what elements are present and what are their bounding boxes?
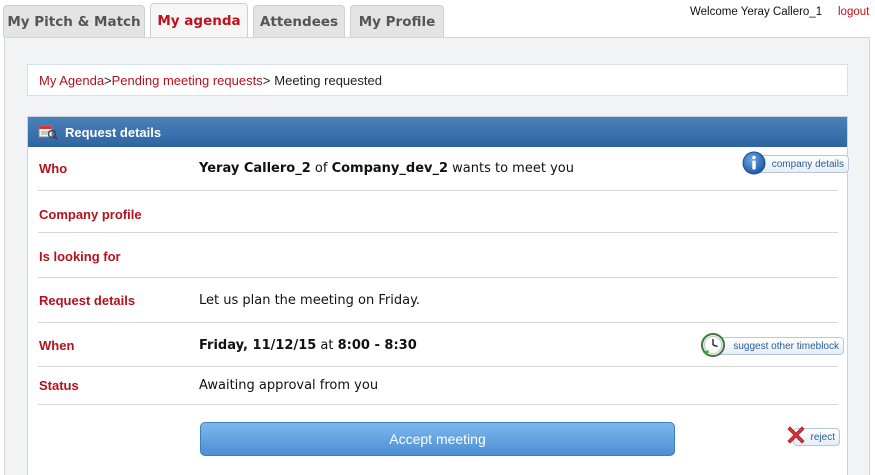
company-details-label: company details <box>771 158 844 170</box>
row-request-details: Request details Let us plan the meeting … <box>38 278 838 323</box>
looking-for-label: Is looking for <box>39 249 121 264</box>
tab-my-agenda[interactable]: My agenda <box>150 3 248 38</box>
row-when: When Friday, 11/12/15 at 8:00 - 8:30 sug… <box>38 323 844 367</box>
breadcrumb-separator: > <box>104 72 112 88</box>
when-time: 8:00 - 8:30 <box>337 338 417 353</box>
tab-my-profile[interactable]: My Profile <box>350 5 444 37</box>
row-who: Who Yeray Callero_2 of Company_dev_2 wan… <box>38 147 849 191</box>
when-at: at <box>316 338 338 353</box>
when-label: When <box>39 338 75 353</box>
request-details-value: Let us plan the meeting on Friday. <box>199 293 421 308</box>
row-company-profile: Company profile <box>38 191 838 233</box>
reject-label: reject <box>810 431 835 443</box>
logout-link[interactable]: logout <box>838 6 869 18</box>
suggest-timeblock-label: suggest other timeblock <box>733 340 839 352</box>
clock-icon[interactable] <box>700 332 726 362</box>
breadcrumb-separator: > <box>262 72 271 88</box>
request-details-label: Request details <box>39 293 136 308</box>
when-value: Friday, 11/12/15 at 8:00 - 8:30 <box>199 338 417 353</box>
request-details-box: Request details Who Yeray Callero_2 of C… <box>27 116 849 475</box>
who-value: Yeray Callero_2 of Company_dev_2 wants t… <box>199 161 574 176</box>
accept-meeting-button[interactable]: Accept meeting <box>200 422 675 456</box>
breadcrumb-current: Meeting requested <box>274 72 382 88</box>
status-value: Awaiting approval from you <box>199 378 379 393</box>
request-details-icon <box>38 123 58 141</box>
row-status: Status Awaiting approval from you <box>38 367 838 405</box>
welcome-text: Welcome Yeray Callero_1 <box>690 6 823 18</box>
who-company: Company_dev_2 <box>331 161 449 176</box>
row-looking-for: Is looking for <box>38 233 838 278</box>
status-label: Status <box>39 378 79 393</box>
tab-attendees[interactable]: Attendees <box>253 5 345 37</box>
request-details-title: Request details <box>65 124 162 140</box>
who-person: Yeray Callero_2 <box>199 161 311 176</box>
when-date: Friday, 11/12/15 <box>199 338 317 353</box>
reject-x-icon[interactable] <box>784 423 808 451</box>
info-icon[interactable] <box>742 151 766 179</box>
breadcrumb: My Agenda > Pending meeting requests > M… <box>27 64 848 96</box>
who-label: Who <box>39 161 68 176</box>
breadcrumb-my-agenda[interactable]: My Agenda <box>39 73 104 88</box>
company-profile-label: Company profile <box>39 207 142 222</box>
content-panel: My Agenda > Pending meeting requests > M… <box>4 37 870 475</box>
who-suffix: wants to meet you <box>448 161 574 176</box>
who-of: of <box>310 161 332 176</box>
breadcrumb-pending-requests[interactable]: Pending meeting requests <box>112 73 263 88</box>
request-details-header: Request details <box>28 117 847 147</box>
tab-my-pitch-match[interactable]: My Pitch & Match <box>3 5 145 37</box>
accept-meeting-label: Accept meeting <box>389 431 486 447</box>
